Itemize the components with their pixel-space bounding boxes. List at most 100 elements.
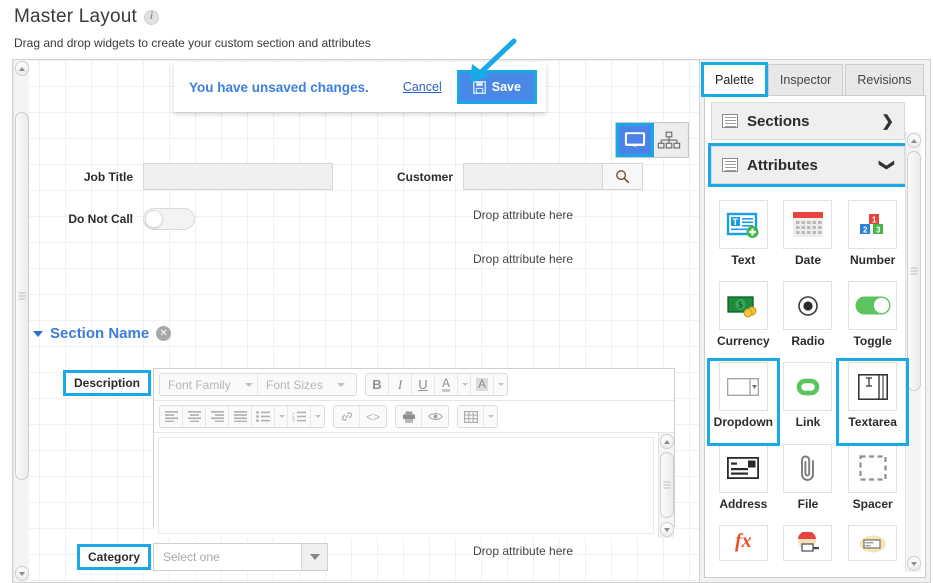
editor-scroll-thumb[interactable] bbox=[660, 452, 674, 518]
bold-button[interactable]: B bbox=[366, 374, 389, 395]
tab-palette[interactable]: Palette bbox=[701, 62, 768, 97]
widget-currency[interactable]: $ Currency bbox=[711, 281, 776, 360]
address-card-icon bbox=[718, 443, 768, 493]
align-justify-icon[interactable] bbox=[229, 406, 252, 427]
widget-address[interactable]: Address bbox=[711, 443, 776, 523]
background-color-dropdown[interactable] bbox=[494, 374, 507, 395]
table-dropdown[interactable] bbox=[484, 406, 497, 427]
layout-canvas[interactable]: Job Title Customer Do Not Call Drop attr… bbox=[12, 59, 700, 583]
bullet-list-dropdown[interactable] bbox=[275, 406, 288, 427]
paperclip-glyph bbox=[801, 455, 814, 481]
widget-radio[interactable]: Radio bbox=[776, 281, 841, 360]
chevron-down-icon[interactable] bbox=[33, 330, 43, 337]
customer-input[interactable] bbox=[463, 163, 603, 190]
widget-stamp[interactable] bbox=[776, 524, 841, 577]
eye-icon[interactable] bbox=[422, 406, 448, 427]
search-icon-glyph bbox=[616, 170, 630, 184]
accordion-attributes[interactable]: Attributes ❯ bbox=[708, 143, 908, 187]
numbered-list-icon[interactable]: 123 bbox=[288, 406, 311, 427]
description-editor[interactable]: Font Family Font Sizes B I U A A 1 2 3 <… bbox=[153, 368, 675, 538]
widget-label: File bbox=[797, 496, 819, 511]
palette-scrollbar[interactable] bbox=[905, 132, 921, 572]
do-not-call-toggle[interactable] bbox=[143, 208, 195, 230]
font-family-select[interactable]: Font Family bbox=[160, 374, 258, 395]
editor-content-area[interactable] bbox=[154, 433, 674, 538]
cancel-button[interactable]: Cancel bbox=[403, 80, 442, 94]
canvas-scrollbar[interactable] bbox=[13, 60, 29, 582]
chevron-down-icon[interactable] bbox=[301, 544, 327, 570]
text-color-dropdown[interactable] bbox=[458, 374, 471, 395]
close-circle-icon[interactable]: ✕ bbox=[156, 326, 172, 341]
stamp-icon bbox=[783, 524, 833, 561]
info-icon[interactable]: i bbox=[144, 9, 159, 25]
link-glyph bbox=[341, 412, 352, 421]
table-icon[interactable] bbox=[458, 406, 484, 427]
palette-scroll-thumb[interactable] bbox=[907, 151, 921, 391]
table-glyph bbox=[463, 410, 478, 423]
svg-text:2: 2 bbox=[863, 225, 868, 234]
job-title-input[interactable] bbox=[143, 163, 333, 190]
text-color-button[interactable]: A bbox=[435, 374, 458, 395]
italic-button[interactable]: I bbox=[389, 374, 412, 395]
palette-scroll-up-button[interactable] bbox=[907, 133, 921, 148]
accordion-sections[interactable]: Sections ❯ bbox=[711, 102, 905, 140]
device-desktop-button[interactable] bbox=[616, 123, 654, 157]
palette-scroll-down-button[interactable] bbox=[907, 556, 921, 571]
underline-button[interactable]: U bbox=[412, 374, 435, 395]
category-select[interactable]: Select one bbox=[153, 543, 328, 571]
editor-scrollbar[interactable] bbox=[658, 433, 674, 538]
widget-dropdown[interactable]: Dropdown bbox=[707, 358, 780, 446]
section-name-label[interactable]: Section Name bbox=[50, 325, 149, 342]
link-icon[interactable] bbox=[334, 406, 360, 427]
widget-text[interactable]: T Text bbox=[711, 200, 776, 279]
widget-date[interactable]: Date bbox=[776, 200, 841, 279]
align-left-icon[interactable] bbox=[160, 406, 183, 427]
background-color-button[interactable]: A bbox=[471, 374, 494, 395]
canvas-scroll-down-button[interactable] bbox=[15, 566, 29, 581]
drop-hint-2[interactable]: Drop attribute here bbox=[473, 252, 573, 266]
chevron-right-icon: ❯ bbox=[881, 113, 894, 130]
canvas-scroll-thumb[interactable] bbox=[15, 112, 29, 480]
chevron-down-icon bbox=[244, 382, 253, 387]
numbered-list-dropdown[interactable] bbox=[311, 406, 324, 427]
widget-textarea[interactable]: Textarea bbox=[836, 358, 909, 446]
editor-toolbar-row-2: 123 <> bbox=[154, 401, 674, 433]
drop-hint-1[interactable]: Drop attribute here bbox=[473, 208, 573, 222]
right-panel: Palette Inspector Revisions Sections ❯ A… bbox=[700, 59, 931, 583]
widget-label: Link bbox=[795, 415, 821, 430]
device-hierarchy-button[interactable] bbox=[652, 125, 686, 155]
scroll-grip-icon bbox=[910, 266, 918, 277]
category-select-value: Select one bbox=[163, 550, 220, 564]
widget-formula[interactable]: fx bbox=[711, 524, 776, 577]
font-size-select[interactable]: Font Sizes bbox=[258, 374, 356, 395]
print-icon[interactable] bbox=[396, 406, 422, 427]
tab-inspector[interactable]: Inspector bbox=[767, 64, 844, 95]
save-disk-icon bbox=[472, 80, 486, 94]
widget-number[interactable]: 1 2 3 Number bbox=[840, 200, 905, 279]
widget-link[interactable]: Link bbox=[776, 362, 841, 441]
widget-label: Dropdown bbox=[713, 415, 773, 430]
svg-text:T: T bbox=[733, 217, 739, 227]
align-center-icon[interactable] bbox=[183, 406, 206, 427]
tab-revisions[interactable]: Revisions bbox=[845, 64, 924, 95]
editor-scroll-down-button[interactable] bbox=[660, 522, 674, 537]
save-button[interactable]: Save bbox=[456, 70, 537, 104]
source-code-button[interactable]: <> bbox=[360, 406, 386, 427]
widget-toggle[interactable]: Toggle bbox=[840, 281, 905, 360]
editor-text-surface[interactable] bbox=[158, 437, 654, 534]
widget-spacer[interactable]: Spacer bbox=[840, 443, 905, 523]
dropdown-glyph bbox=[727, 377, 760, 396]
bullet-list-icon[interactable] bbox=[252, 406, 275, 427]
widget-card[interactable] bbox=[840, 524, 905, 577]
search-icon[interactable] bbox=[603, 163, 643, 190]
drop-hint-3[interactable]: Drop attribute here bbox=[473, 544, 573, 558]
panel-tab-strip: Palette Inspector Revisions bbox=[700, 60, 930, 97]
align-right-icon[interactable] bbox=[206, 406, 229, 427]
widget-file[interactable]: File bbox=[776, 443, 841, 523]
address-card-glyph bbox=[727, 457, 760, 480]
unsaved-changes-banner: You have unsaved changes. Cancel Save bbox=[174, 62, 546, 112]
canvas-scroll-up-button[interactable] bbox=[15, 61, 29, 76]
widget-label: Spacer bbox=[852, 496, 893, 511]
editor-scroll-up-button[interactable] bbox=[660, 434, 674, 449]
chevron-down-icon bbox=[488, 415, 494, 418]
